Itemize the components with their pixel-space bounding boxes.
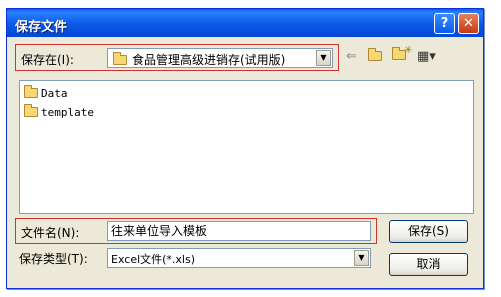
up-folder-icon[interactable] xyxy=(368,48,382,65)
list-item[interactable]: template xyxy=(24,104,94,121)
filename-input[interactable]: 往来单位导入模板 xyxy=(107,221,371,241)
location-combo[interactable]: 食品管理高级进销存(试用版) ▼ xyxy=(107,48,333,68)
title-bar[interactable]: 保存文件 ? ✕ xyxy=(7,9,483,37)
new-folder-icon[interactable]: ✳ xyxy=(392,45,412,64)
filename-label: 文件名(N): xyxy=(21,226,80,240)
back-arrow-icon[interactable]: ⇐ xyxy=(346,49,357,65)
location-dropdown-arrow[interactable]: ▼ xyxy=(316,50,331,66)
file-list[interactable]: Data template xyxy=(19,80,474,214)
filetype-label: 保存类型(T): xyxy=(19,252,88,266)
location-value: 食品管理高级进销存(试用版) xyxy=(132,53,286,67)
save-file-dialog: 保存文件 ? ✕ 保存在(I): 食品管理高级进销存(试用版) ▼ ⇐ ✳ ▦▾… xyxy=(6,8,484,289)
folder-icon xyxy=(113,52,127,65)
help-button[interactable]: ? xyxy=(434,13,455,34)
filetype-dropdown-arrow[interactable]: ▼ xyxy=(354,250,369,266)
list-item[interactable]: Data xyxy=(24,85,68,102)
up-folder-glyph xyxy=(368,48,382,61)
cancel-button[interactable]: 取消 xyxy=(389,253,468,276)
close-icon: ✕ xyxy=(463,16,474,31)
help-icon: ? xyxy=(440,16,449,31)
close-button[interactable]: ✕ xyxy=(458,13,479,34)
filetype-value: Excel文件(*.xls) xyxy=(111,253,196,266)
dialog-title: 保存文件 xyxy=(15,20,68,35)
location-label: 保存在(I): xyxy=(21,53,74,67)
folder-icon xyxy=(24,104,38,117)
filetype-combo[interactable]: Excel文件(*.xls) ▼ xyxy=(107,248,371,268)
sparkle-icon: ✳ xyxy=(404,45,413,56)
save-button[interactable]: 保存(S) xyxy=(389,220,468,243)
file-name: template xyxy=(41,106,94,119)
folder-icon xyxy=(24,85,38,98)
views-menu-icon[interactable]: ▦▾ xyxy=(417,49,436,65)
file-name: Data xyxy=(41,87,68,100)
